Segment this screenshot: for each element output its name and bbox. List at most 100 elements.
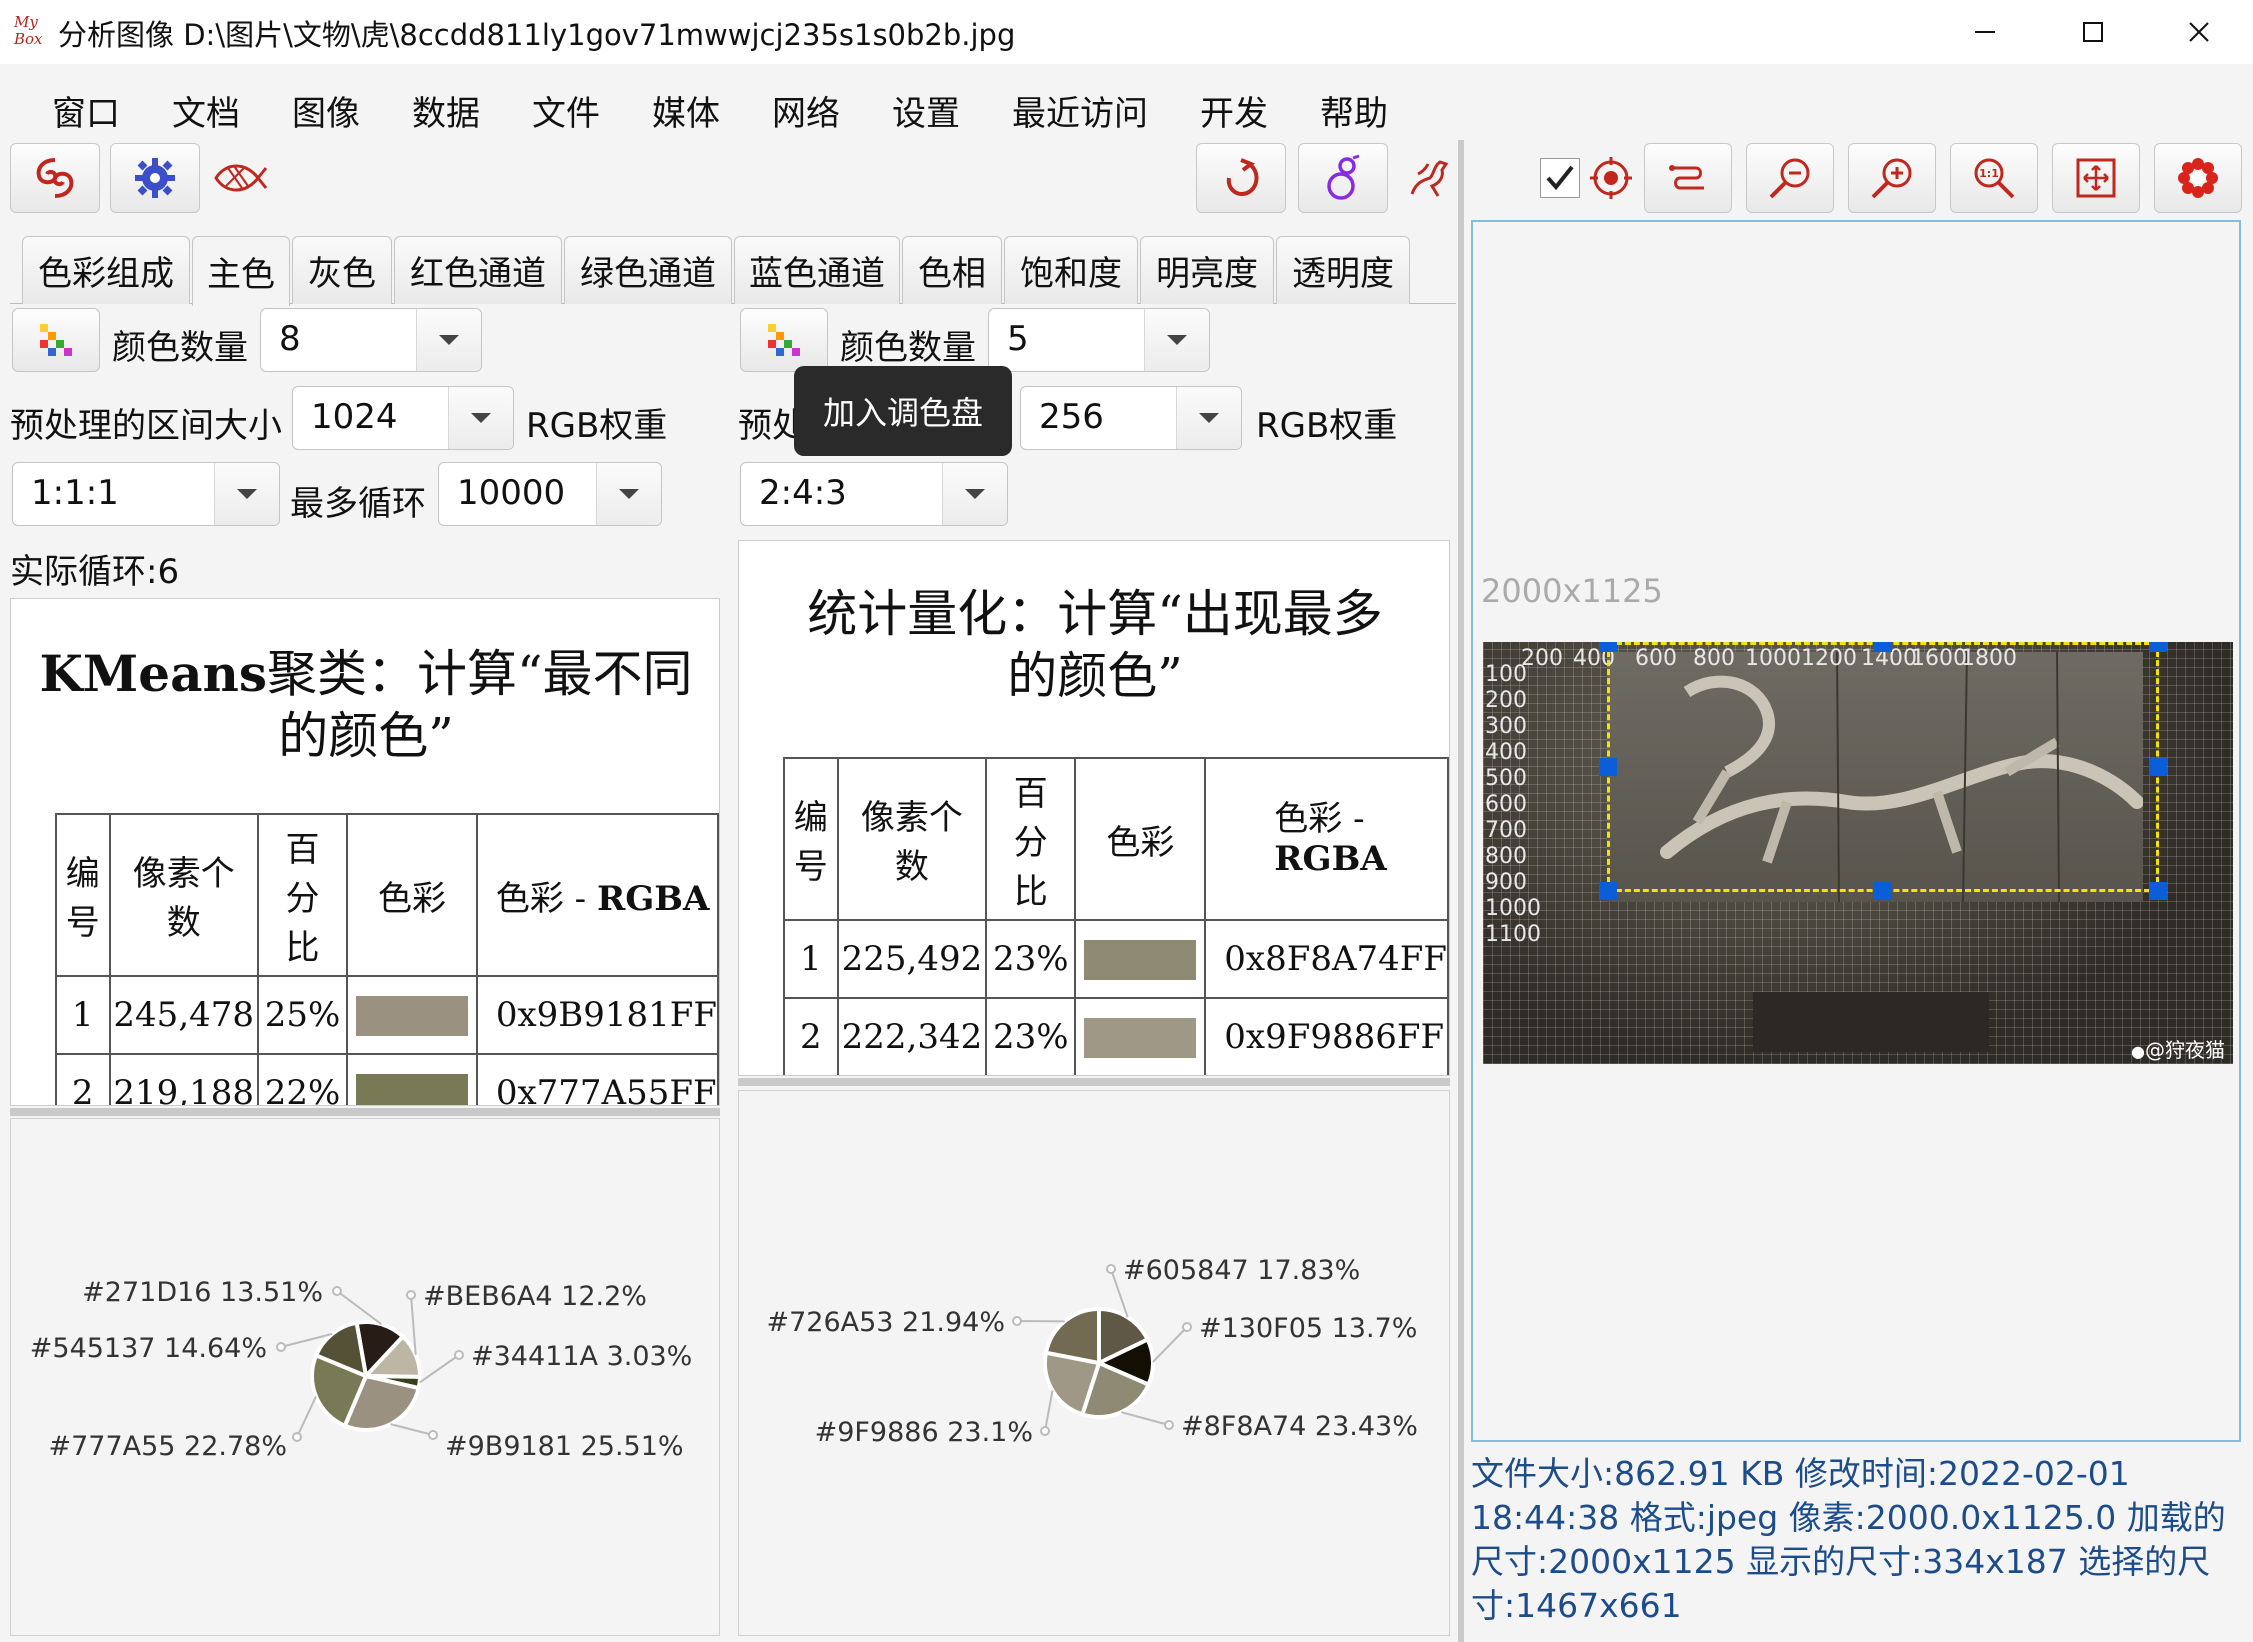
tab-saturation[interactable]: 饱和度 [1004, 236, 1138, 304]
right-region-size-select[interactable]: 256 [1020, 386, 1242, 450]
pie-leader-line [1120, 1411, 1170, 1426]
right-pane-divider[interactable] [738, 1078, 1450, 1086]
zoom-out-button[interactable] [1746, 143, 1834, 213]
palette-icon [40, 324, 72, 356]
zoom-in-button[interactable] [1848, 143, 1936, 213]
header-percent: 百分比 [256, 813, 349, 977]
pie-label: #BEB6A4 12.2% [423, 1281, 647, 1312]
refresh-button[interactable] [1196, 143, 1286, 213]
split-divider[interactable] [1458, 140, 1464, 1642]
menu-file[interactable]: 文件 [532, 86, 600, 135]
menu-document[interactable]: 文档 [172, 86, 240, 135]
header-index: 编号 [55, 813, 111, 977]
tab-hue[interactable]: 色相 [902, 236, 1002, 304]
left-add-palette-button[interactable] [12, 308, 100, 372]
selection-handle[interactable] [1599, 882, 1617, 900]
tab-opacity[interactable]: 透明度 [1276, 236, 1410, 304]
tab-brightness[interactable]: 明亮度 [1140, 236, 1274, 304]
left-max-loop-select[interactable]: 10000 [438, 462, 662, 526]
tab-dominant-color[interactable]: 主色 [192, 236, 290, 306]
menu-window[interactable]: 窗口 [52, 86, 120, 135]
selection-handle[interactable] [2149, 642, 2167, 652]
image-view[interactable]: 2000x1125 ●@狩夜猫 200 400 600 800 1000 1200 1400… [1471, 220, 2241, 1442]
pie-leader-dot [332, 1286, 342, 1296]
tab-green-channel[interactable]: 绿色通道 [564, 236, 732, 304]
pie-leader-dot [1164, 1420, 1174, 1430]
fish-icon[interactable] [212, 150, 268, 206]
selection-handle[interactable] [1874, 882, 1892, 900]
watermark-text: ●@狩夜猫 [2131, 1038, 2225, 1062]
weibo-icon: ● [2131, 1042, 2145, 1061]
target-icon[interactable] [1583, 150, 1639, 206]
pie-label: #271D16 13.51% [82, 1277, 323, 1308]
header-index: 编号 [783, 757, 839, 921]
chevron-down-icon [1199, 413, 1219, 423]
y-tick-label: 100 [1485, 662, 1527, 687]
selection-handle[interactable] [1874, 642, 1892, 652]
tiger-relief-photo: ●@狩夜猫 200 400 600 800 1000 1200 1400 1600 1800 1… [1483, 642, 2233, 1064]
settings-button[interactable] [110, 143, 200, 213]
selection-handle[interactable] [2149, 758, 2167, 776]
menu-media[interactable]: 媒体 [652, 86, 720, 135]
y-tick-label: 1100 [1485, 922, 1541, 947]
pie-label: #545137 14.64% [30, 1333, 267, 1364]
right-result-pane[interactable]: 统计量化：计算“出现最多 的颜色” 编号 像素个数 百分比 色彩 色彩 - RG… [738, 540, 1450, 1076]
horse-icon[interactable] [1400, 150, 1456, 206]
pie-label: #130F05 13.7% [1199, 1313, 1417, 1344]
selection-rectangle[interactable] [1607, 642, 2159, 892]
tab-color-composition[interactable]: 色彩组成 [22, 236, 190, 304]
selection-handle[interactable] [1599, 758, 1617, 776]
pie-leader-line [296, 1395, 317, 1438]
zoom-actual-size-icon: 1:1 [1974, 158, 2015, 199]
gourd-button[interactable] [1298, 143, 1388, 213]
y-tick-label: 200 [1485, 688, 1527, 713]
menu-data[interactable]: 数据 [412, 86, 480, 135]
header-rgba: 色彩 - RGBA [475, 813, 719, 977]
pie-label: #726A53 21.94% [766, 1307, 1005, 1338]
left-pane-divider[interactable] [10, 1108, 720, 1116]
select-checkbox[interactable] [1540, 158, 1580, 198]
left-result-pane[interactable]: KMeans聚类：计算“最不同 的颜色” 编号 像素个数 百分比 色彩 色彩 -… [10, 598, 720, 1106]
menu-help[interactable]: 帮助 [1320, 86, 1388, 135]
fit-window-button[interactable] [2052, 143, 2140, 213]
selection-handle[interactable] [2149, 882, 2167, 900]
menu-network[interactable]: 网络 [772, 86, 840, 135]
menu-recent[interactable]: 最近访问 [1012, 86, 1148, 135]
right-rgb-weight-select[interactable]: 2:4:3 [740, 462, 1008, 526]
right-color-count-select[interactable]: 5 [988, 308, 1210, 372]
pie-leader-dot [1182, 1322, 1192, 1332]
maximize-button[interactable] [2063, 8, 2123, 56]
tab-gray[interactable]: 灰色 [292, 236, 392, 304]
pie-leader-dot [292, 1432, 302, 1442]
tab-blue-channel[interactable]: 蓝色通道 [734, 236, 900, 304]
window-title: 分析图像 D:\图片\文物\虎\8ccdd811ly1gov71mwwjcj23… [58, 18, 1016, 52]
selection-handle[interactable] [1599, 642, 1617, 652]
left-color-count-select[interactable]: 8 [260, 308, 482, 372]
close-button[interactable] [2169, 8, 2229, 56]
menu-develop[interactable]: 开发 [1200, 86, 1268, 135]
pie-leader-dot [1106, 1264, 1116, 1274]
exhibit-plaque [1753, 992, 1989, 1052]
ruler-icon [1669, 165, 1704, 190]
more-options-button[interactable] [2154, 143, 2242, 213]
pie-leader-dot [1012, 1316, 1022, 1326]
menu-settings[interactable]: 设置 [892, 86, 960, 135]
header-percent: 百分比 [985, 757, 1077, 921]
y-tick-label: 900 [1485, 870, 1527, 895]
pie-leader-line [1152, 1326, 1188, 1363]
right-add-palette-button[interactable] [740, 308, 828, 372]
menu-image[interactable]: 图像 [292, 86, 360, 135]
actual-size-button[interactable]: 1:1 [1950, 143, 2038, 213]
minimize-button[interactable] [1955, 8, 2015, 56]
right-pie-pane: #605847 17.83% #130F05 13.7% #8F8A74 23.43… [738, 1090, 1450, 1636]
rule-button[interactable] [1644, 143, 1732, 213]
pie-leader-dot [454, 1350, 464, 1360]
chevron-down-icon [1167, 335, 1187, 345]
header-pixel-count: 像素个数 [836, 757, 988, 921]
left-rgb-weight-select[interactable]: 1:1:1 [12, 462, 280, 526]
left-region-size-select[interactable]: 1024 [292, 386, 514, 450]
mybox-home-button[interactable] [10, 143, 100, 213]
tab-red-channel[interactable]: 红色通道 [394, 236, 562, 304]
pie-leader-line [336, 1290, 382, 1326]
mybox-swirl-icon [36, 158, 74, 198]
